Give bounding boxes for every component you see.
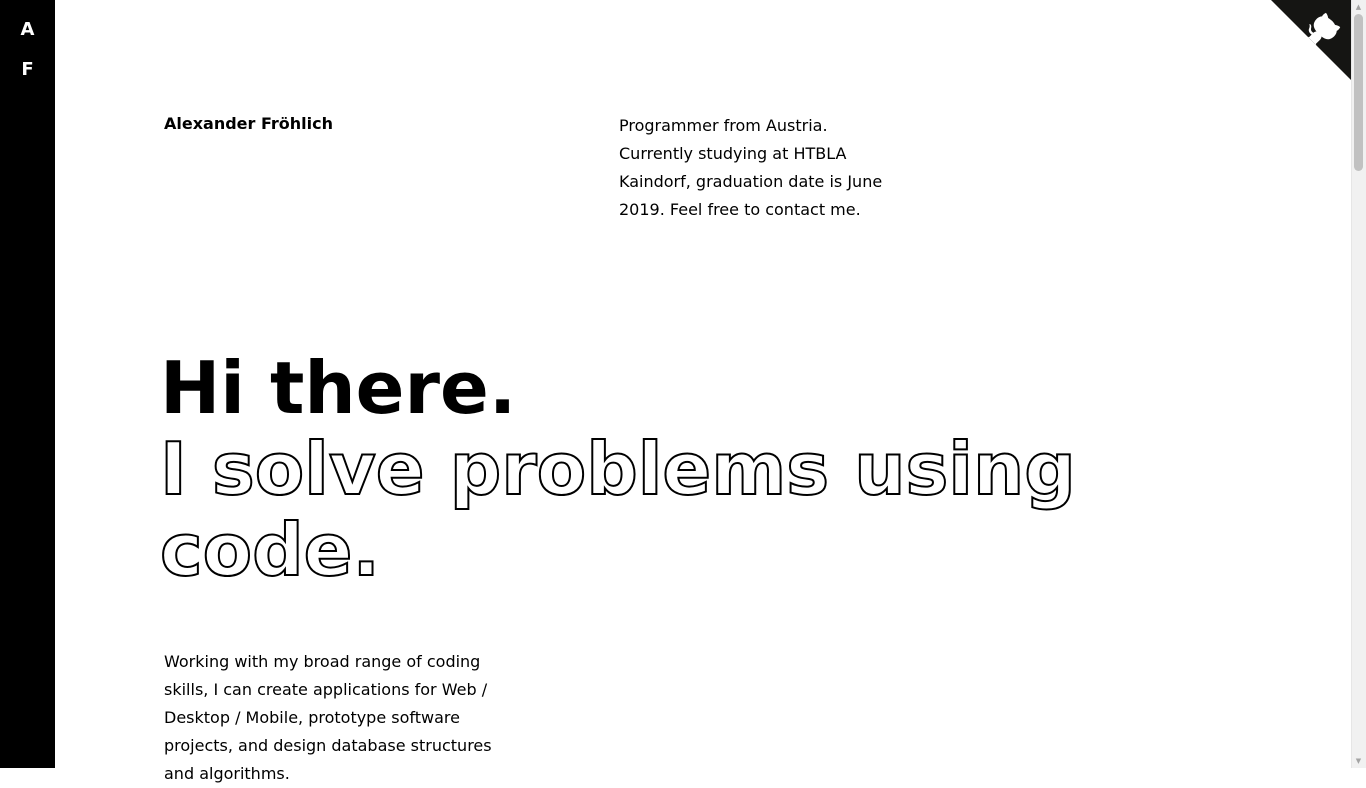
github-octocat-icon: [1271, 0, 1351, 80]
hero-tagline: I solve problems using code.: [159, 427, 1077, 592]
about-paragraph: Working with my broad range of coding sk…: [164, 652, 492, 783]
scrollbar-thumb[interactable]: [1354, 14, 1363, 171]
scroll-up-icon[interactable]: ▲: [1354, 2, 1363, 12]
logo-letter-f[interactable]: F: [0, 60, 55, 80]
author-name: Alexander Fröhlich: [164, 114, 334, 133]
github-corner-link[interactable]: [1271, 0, 1351, 80]
scroll-down-icon[interactable]: ▼: [1354, 756, 1363, 766]
logo-letter-a[interactable]: A: [0, 20, 55, 40]
hero-heading: Hi there. I solve problems using code.: [159, 346, 1160, 592]
author-bio: Programmer from Austria. Currently study…: [619, 116, 883, 219]
sidebar: A F: [0, 0, 55, 768]
page-scrollbar[interactable]: ▲ ▼: [1351, 0, 1366, 768]
hero-greeting: Hi there.: [160, 346, 517, 430]
